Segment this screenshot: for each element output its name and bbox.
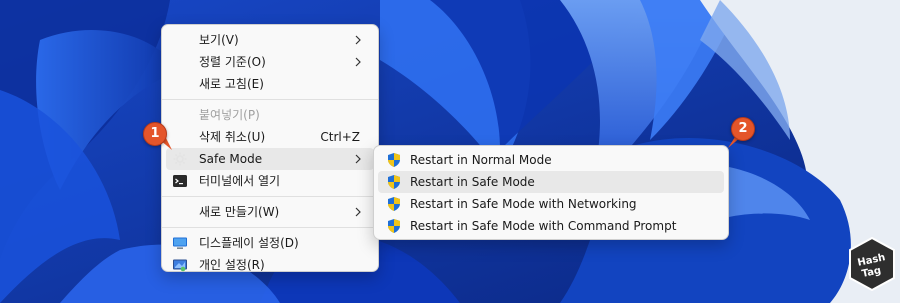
menu-item-shortcut: Ctrl+Z <box>320 130 360 144</box>
menu-item-new[interactable]: 새로 만들기(W) <box>166 201 374 223</box>
menu-item-label: 삭제 취소(U) <box>199 130 266 144</box>
hashtag-logo: Hash Tag <box>848 236 896 292</box>
menu-item-safe-mode[interactable]: Safe Mode <box>166 148 374 170</box>
submenu-item-restart-safe-networking[interactable]: Restart in Safe Mode with Networking <box>378 193 724 215</box>
menu-item-refresh[interactable]: 새로 고침(E) <box>166 73 374 95</box>
submenu-item-label: Restart in Safe Mode with Networking <box>410 197 637 211</box>
uac-shield-icon <box>388 219 400 233</box>
chevron-right-icon <box>355 57 361 67</box>
menu-separator <box>162 99 378 100</box>
chevron-right-icon <box>355 35 361 45</box>
step-badge-1: 1 <box>143 122 167 146</box>
hashtag-logo-mark: Hash Tag <box>849 236 895 292</box>
submenu-item-label: Restart in Normal Mode <box>410 153 552 167</box>
personalize-icon <box>173 259 187 272</box>
menu-item-open-in-terminal[interactable]: 터미널에서 열기 <box>166 170 374 192</box>
menu-item-view[interactable]: 보기(V) <box>166 29 374 51</box>
menu-item-label: 디스플레이 설정(D) <box>199 236 299 250</box>
chevron-right-icon <box>355 154 361 164</box>
uac-shield-icon <box>388 175 400 189</box>
menu-separator <box>162 196 378 197</box>
display-icon <box>173 237 187 249</box>
menu-item-undo-delete[interactable]: 삭제 취소(U) Ctrl+Z <box>166 126 374 148</box>
gear-icon <box>173 152 187 166</box>
terminal-icon <box>173 175 187 187</box>
step-badge-2: 2 <box>731 117 755 141</box>
menu-item-label: 보기(V) <box>199 33 239 47</box>
submenu-item-label: Restart in Safe Mode <box>410 175 535 189</box>
menu-item-label: 붙여넣기(P) <box>199 108 260 122</box>
menu-separator <box>162 227 378 228</box>
uac-shield-icon <box>388 197 400 211</box>
submenu-item-restart-safe-command-prompt[interactable]: Restart in Safe Mode with Command Prompt <box>378 215 724 237</box>
menu-item-personalize[interactable]: 개인 설정(R) <box>166 254 374 276</box>
menu-item-label: Safe Mode <box>199 152 263 166</box>
uac-shield-icon <box>388 153 400 167</box>
chevron-right-icon <box>355 207 361 217</box>
menu-item-label: 새로 고침(E) <box>199 77 264 91</box>
safe-mode-submenu: Restart in Normal Mode Restart in Safe M… <box>373 145 729 240</box>
menu-item-sort-by[interactable]: 정렬 기준(O) <box>166 51 374 73</box>
menu-item-label: 터미널에서 열기 <box>199 174 281 188</box>
menu-item-label: 개인 설정(R) <box>199 258 265 272</box>
menu-item-paste[interactable]: 붙여넣기(P) <box>166 104 374 126</box>
submenu-item-restart-normal[interactable]: Restart in Normal Mode <box>378 149 724 171</box>
desktop-context-menu: 보기(V) 정렬 기준(O) 새로 고침(E) 붙여넣기(P) 삭제 취소(U)… <box>161 24 379 272</box>
submenu-item-restart-safe[interactable]: Restart in Safe Mode <box>378 171 724 193</box>
menu-item-display-settings[interactable]: 디스플레이 설정(D) <box>166 232 374 254</box>
menu-item-label: 새로 만들기(W) <box>199 205 280 219</box>
menu-item-label: 정렬 기준(O) <box>199 55 266 69</box>
submenu-item-label: Restart in Safe Mode with Command Prompt <box>410 219 677 233</box>
